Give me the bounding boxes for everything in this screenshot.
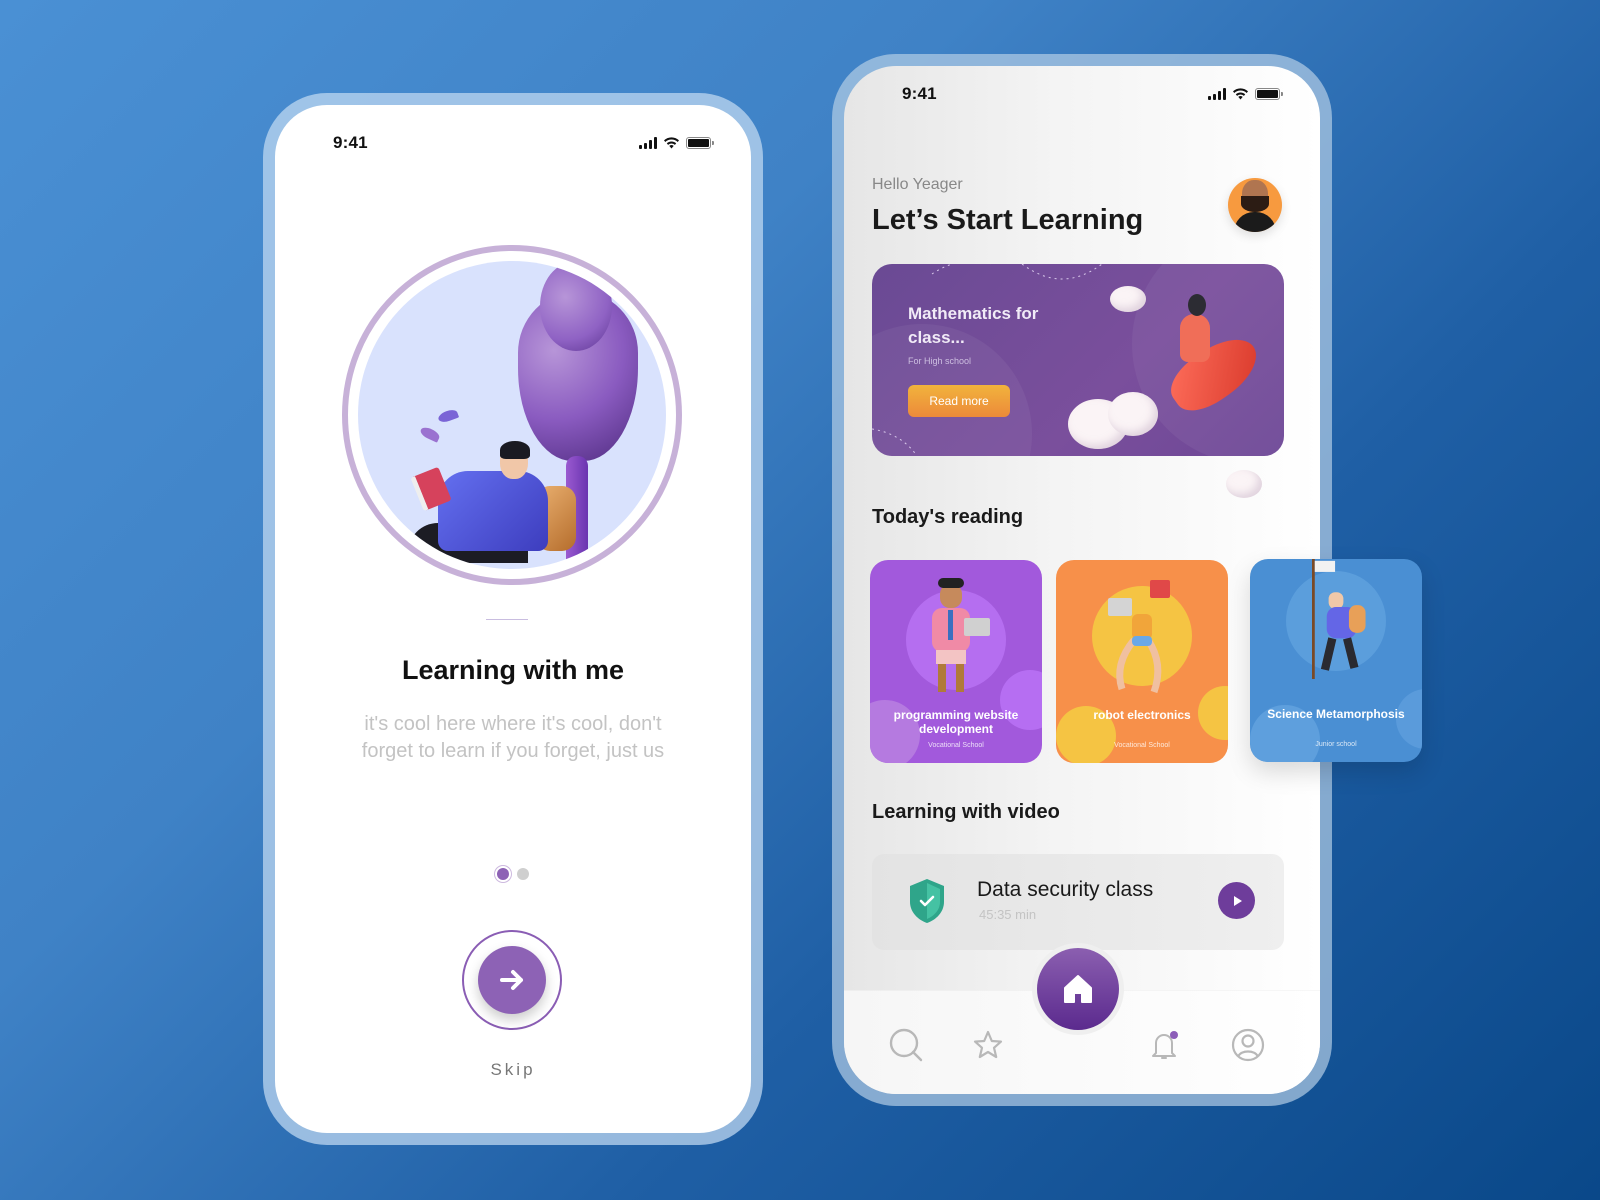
tab-notifications[interactable]: [1146, 1027, 1182, 1063]
video-title: Data security class: [977, 878, 1154, 901]
arrow-right-icon: [500, 970, 523, 990]
reading-card-subtitle: Vocational School: [1114, 742, 1170, 749]
star-icon: [973, 1030, 1003, 1059]
next-button[interactable]: [478, 946, 546, 1014]
status-time: 9:41: [902, 84, 937, 103]
cloud-icon: [1110, 286, 1146, 312]
reading-card-title: Science Metamorphosis: [1267, 707, 1405, 721]
person-with-laptop-illustration: [932, 578, 990, 692]
user-profile-icon: [1231, 1028, 1265, 1062]
person-illustration: [1180, 314, 1210, 362]
wifi-icon: [664, 137, 679, 149]
play-button[interactable]: [1218, 882, 1255, 919]
tree-illustration: [518, 261, 638, 461]
video-list-item[interactable]: Data security class 45:35 min: [872, 854, 1284, 950]
signal-icon: [639, 137, 657, 149]
reading-card-subtitle: Junior school: [1315, 741, 1357, 748]
wifi-icon: [1233, 88, 1248, 100]
status-time: 9:41: [333, 133, 368, 152]
battery-icon: [686, 137, 714, 149]
shield-check-icon: [910, 879, 944, 923]
reading-card-subtitle: Vocational School: [928, 742, 984, 749]
cloud-icon: [1226, 470, 1262, 498]
bird-icon: [418, 425, 442, 443]
search-icon: [889, 1028, 923, 1062]
avatar[interactable]: [1228, 178, 1282, 232]
page-dot-active[interactable]: [497, 868, 509, 880]
divider: [486, 619, 528, 620]
banner-title: Mathematics for class...: [908, 304, 1039, 347]
onboarding-title: Learning with me: [401, 655, 625, 685]
status-bar: 9:41: [333, 133, 714, 153]
tab-profile[interactable]: [1230, 1027, 1266, 1063]
todays-reading-title: Today's reading: [872, 506, 1024, 528]
tab-search[interactable]: [888, 1027, 924, 1063]
hiker-with-flag-illustration: [1312, 559, 1366, 679]
learning-video-title: Learning with video: [872, 801, 1060, 823]
status-bar: 9:41: [902, 84, 1283, 104]
tab-favorites[interactable]: [970, 1027, 1006, 1063]
reading-card[interactable]: Science Metamorphosis Junior school: [1250, 559, 1422, 762]
reading-card-title: robot electronics: [1093, 708, 1191, 722]
person-illustration: [438, 471, 548, 551]
banner-subtitle: For High school: [908, 356, 972, 366]
tab-home[interactable]: [1037, 948, 1119, 1030]
notification-badge: [1170, 1031, 1178, 1039]
signal-icon: [1208, 88, 1226, 100]
home-icon: [1064, 975, 1092, 1003]
onboarding-description: it's cool here where it's cool, don't fo…: [361, 713, 665, 762]
robot-electronics-illustration: [1108, 580, 1170, 694]
page-dot[interactable]: [517, 868, 529, 880]
onboarding-phone: 9:41 Learning with me it's cool here whe…: [263, 93, 763, 1145]
video-duration: 45:35 min: [979, 907, 1037, 922]
greeting-text: Hello Yeager: [872, 176, 963, 193]
reading-card-title: programming website development: [893, 708, 1019, 736]
home-screen: 9:41 Hello Yeager Let’s Start Learning M…: [844, 66, 1320, 1094]
read-more-button[interactable]: Read more: [908, 385, 1010, 417]
skip-button[interactable]: Skip: [275, 1060, 751, 1080]
bottom-tab-bar: [844, 943, 1320, 1094]
bird-icon: [436, 407, 460, 425]
battery-icon: [1255, 88, 1283, 100]
play-icon: [1233, 895, 1242, 906]
onboarding-screen: 9:41 Learning with me it's cool here whe…: [275, 105, 751, 1133]
reading-card[interactable]: robot electronics Vocational School: [1056, 560, 1228, 763]
page-title: Let’s Start Learning: [872, 204, 1144, 236]
featured-course-banner[interactable]: Mathematics for class... For High school…: [872, 264, 1284, 456]
reading-card[interactable]: programming website development Vocation…: [870, 560, 1042, 763]
onboarding-illustration: [342, 245, 682, 585]
next-button-ring: [462, 930, 562, 1030]
page-indicator: [275, 868, 751, 880]
